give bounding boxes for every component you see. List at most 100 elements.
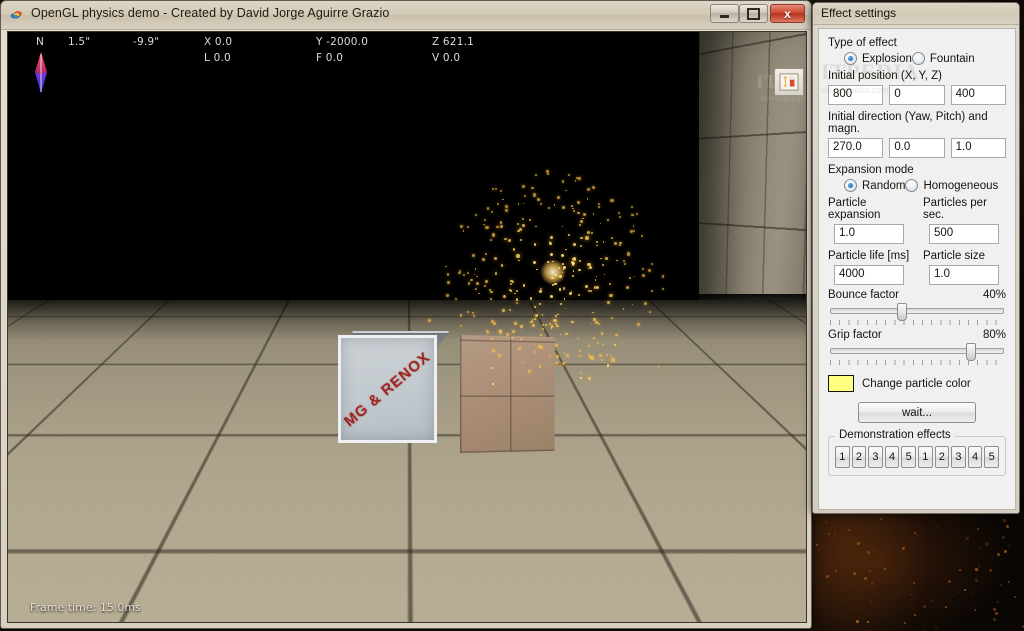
restore-button[interactable] [739,4,768,23]
particle [594,279,597,281]
radio-homogeneous[interactable]: Homogeneous [905,179,998,192]
particle [548,240,551,243]
grip-factor-thumb[interactable] [965,343,976,361]
wallpaper-fleck [958,592,960,594]
particle [509,290,512,293]
radio-fountain[interactable]: Fountain [911,52,975,65]
wallpaper-fleck [985,542,989,546]
particle [578,177,581,180]
radio-random[interactable]: Random [844,179,905,192]
particle-color-swatch[interactable] [828,375,854,392]
bounce-factor-slider[interactable] [828,303,1006,325]
particle-life-input[interactable]: 4000 [834,265,904,285]
wallpaper-fleck [870,601,873,604]
wallpaper-fleck [860,589,862,591]
particle [602,240,605,243]
position-y-input[interactable]: 0 [889,85,945,105]
particle [491,233,495,237]
demo-effect-button-5[interactable]: 5 [901,446,916,468]
grip-factor-ticks [830,360,1004,365]
particle [631,213,634,216]
demo-effect-button-10[interactable]: 5 [984,446,999,468]
particle [533,193,537,197]
direction-pitch-input[interactable]: 0.0 [889,138,945,158]
particle [505,204,509,208]
particle [467,282,471,285]
demo-effect-button-8[interactable]: 3 [951,446,966,468]
particle [647,268,652,273]
demonstration-effects-label: Demonstration effects [835,429,955,441]
rendered-3d-scene: MG & RENOX ITPEDIA www.itpedia.com [8,32,806,622]
particle [564,248,567,251]
opengl-app-icon [10,11,22,19]
particle [535,225,537,228]
wallpaper-fleck [989,569,993,573]
radio-random-indicator[interactable] [844,179,857,192]
expansion-mode-label: Expansion mode [828,164,914,176]
particle [650,290,654,293]
radio-fountain-indicator[interactable] [911,52,925,65]
particle [555,274,557,276]
wait-button[interactable]: wait... [858,402,976,423]
particle [580,236,584,240]
demo-effect-button-3[interactable]: 3 [868,446,883,468]
position-z-input[interactable]: 400 [950,85,1006,105]
particles-per-sec-input[interactable]: 500 [929,224,999,244]
initial-direction-fields: 270.0 0.0 1.0 [828,138,1006,158]
wallpaper-fleck [828,533,831,536]
wallpaper-fleck [1003,519,1006,522]
radio-explosion-indicator[interactable] [844,52,857,65]
particle [582,213,587,217]
particle [462,230,465,232]
direction-magnitude-input[interactable]: 1.0 [950,138,1006,158]
wallpaper-fleck [971,592,973,594]
grip-factor-slider[interactable] [828,343,1006,365]
demo-effect-button-6[interactable]: 1 [917,446,933,468]
particle [587,262,591,267]
bounce-factor-thumb[interactable] [896,303,907,321]
position-x-input[interactable]: 800 [828,85,884,105]
particle [571,263,574,266]
wallpaper-fleck [853,572,857,576]
particle-size-input[interactable]: 1.0 [929,265,999,285]
direction-yaw-input[interactable]: 270.0 [828,138,884,158]
change-particle-color-row[interactable]: Change particle color [828,375,1006,392]
restore-icon [747,7,760,20]
particles-per-sec-label: Particles per sec. [923,197,987,221]
wallpaper-fleck [996,601,998,603]
bounce-factor-value: 40% [982,289,1006,301]
particle [572,270,575,272]
particle [489,238,493,242]
particle [549,242,552,245]
wallpaper-fleck [914,532,917,535]
radio-homogeneous-indicator[interactable] [905,179,919,192]
particle [601,263,604,266]
particle [589,265,593,269]
title-bar[interactable]: OpenGL physics demo - Created by David J… [1,1,811,30]
bounce-factor-ticks [830,320,1004,325]
minimize-button[interactable] [710,4,739,23]
radio-explosion[interactable]: Explosion [844,52,912,65]
particle [494,187,497,191]
particle [604,257,608,261]
wallpaper-fleck [997,601,1000,604]
particle [539,202,543,206]
gl-viewport[interactable]: MG & RENOX ITPEDIA www.itpedia.com [7,31,807,623]
demo-effect-button-9[interactable]: 4 [967,446,983,468]
demo-effect-button-2[interactable]: 2 [851,446,867,468]
demo-effect-button-4[interactable]: 4 [884,446,900,468]
hud-frame-time: Frame time: 15.0ms [30,601,141,614]
wallpaper-fleck [835,570,838,573]
particle [624,262,627,265]
particle [485,280,489,284]
demo-effect-button-7[interactable]: 2 [934,446,950,468]
particle [572,210,575,213]
bounce-factor-track[interactable] [830,308,1004,314]
particle [578,224,581,227]
close-button[interactable]: x [770,4,805,23]
particle [551,276,554,280]
demo-effect-button-1[interactable]: 1 [835,446,850,468]
particle [632,224,635,227]
particle-expansion-input[interactable]: 1.0 [834,224,904,244]
grip-factor-track[interactable] [830,348,1004,354]
